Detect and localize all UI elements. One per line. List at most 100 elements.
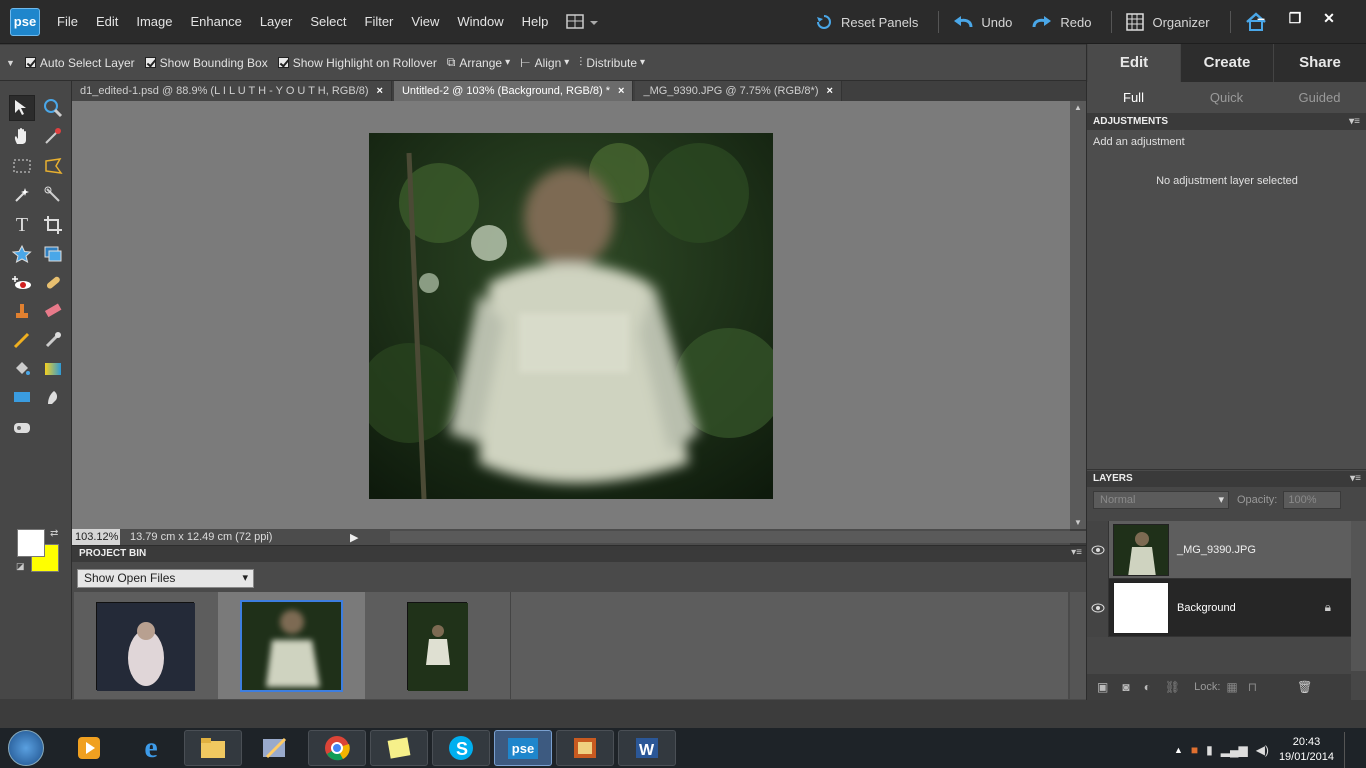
clone-stamp-tool-icon[interactable] <box>9 298 35 324</box>
project-bin-filter-dropdown[interactable]: Show Open Files <box>77 569 254 588</box>
layout-icon[interactable] <box>566 13 600 31</box>
paint-bucket-tool-icon[interactable] <box>9 356 35 382</box>
crop-tool-icon[interactable] <box>40 212 66 238</box>
recompose-tool-icon[interactable] <box>40 241 66 267</box>
tab-guided[interactable]: Guided <box>1273 82 1366 113</box>
undo-button[interactable]: Undo <box>953 14 1012 30</box>
lock-all-icon[interactable]: ⊓ <box>1248 680 1257 694</box>
chrome-icon[interactable] <box>308 730 366 766</box>
start-button-icon[interactable] <box>8 730 44 766</box>
new-layer-icon[interactable]: ▣ <box>1097 680 1108 694</box>
panel-menu-icon[interactable]: ▾≡ <box>1349 114 1360 130</box>
link-icon[interactable]: ⛓ <box>1165 680 1180 694</box>
word-icon[interactable]: W <box>618 730 676 766</box>
tab-quick[interactable]: Quick <box>1180 82 1273 113</box>
smudge-tool-icon[interactable] <box>40 384 66 410</box>
move-tool-icon[interactable] <box>9 95 35 121</box>
delete-layer-icon[interactable]: 🗑︎ <box>1297 680 1312 694</box>
file-explorer-icon[interactable] <box>184 730 242 766</box>
lock-transparency-icon[interactable]: ▦ <box>1226 680 1237 694</box>
panel-menu-icon[interactable]: ▾≡ <box>1350 471 1361 487</box>
skype-icon[interactable]: S <box>432 730 490 766</box>
status-menu-icon[interactable]: ▶ <box>350 531 358 544</box>
gradient-tool-icon[interactable] <box>40 356 66 382</box>
red-eye-tool-icon[interactable] <box>9 270 35 296</box>
reset-panels-button[interactable]: Reset Panels <box>815 13 918 31</box>
zoom-tool-icon[interactable] <box>40 95 66 121</box>
network-signal-icon[interactable]: ▂▄▆ <box>1221 743 1248 757</box>
swap-colors-icon[interactable]: ⇄ <box>50 528 58 539</box>
redo-button[interactable]: Redo <box>1032 14 1091 30</box>
options-menu-icon[interactable]: ▼ <box>6 58 15 68</box>
bin-menu-icon[interactable]: ▾≡ <box>1071 547 1082 558</box>
organizer-button[interactable]: Organizer <box>1126 13 1210 31</box>
marquee-tool-icon[interactable] <box>9 153 35 179</box>
quick-selection-tool-icon[interactable] <box>40 182 66 208</box>
type-tool-icon[interactable]: T <box>9 212 35 238</box>
paint-app-icon[interactable] <box>246 730 304 766</box>
show-bounding-box-checkbox[interactable]: Show Bounding Box <box>144 56 268 70</box>
canvas-vertical-scrollbar[interactable]: ▲ ▼ <box>1070 101 1086 529</box>
smart-brush-tool-icon[interactable] <box>40 327 66 353</box>
menu-help[interactable]: Help <box>522 14 549 29</box>
distribute-dropdown[interactable]: ⫶ Distribute <box>579 55 645 70</box>
sticky-notes-icon[interactable] <box>370 730 428 766</box>
blend-mode-dropdown[interactable]: Normal <box>1093 491 1229 509</box>
default-colors-icon[interactable]: ◪ <box>16 561 25 572</box>
menu-enhance[interactable]: Enhance <box>191 14 242 29</box>
close-icon[interactable]: ✕ <box>1312 10 1346 27</box>
tab-edit[interactable]: Edit <box>1087 44 1180 82</box>
menu-layer[interactable]: Layer <box>260 14 293 29</box>
auto-select-layer-checkbox[interactable]: Auto Select Layer <box>24 56 135 70</box>
lasso-tool-icon[interactable] <box>40 153 66 179</box>
clock[interactable]: 20:43 19/01/2014 <box>1279 735 1334 765</box>
tray-app-icon[interactable]: ■ <box>1191 743 1198 757</box>
tab-untitled-2[interactable]: Untitled-2 @ 103% (Background, RGB/8) * × <box>393 81 634 101</box>
menu-filter[interactable]: Filter <box>365 14 394 29</box>
tab-mg-9390[interactable]: _MG_9390.JPG @ 7.75% (RGB/8*) × <box>635 81 842 101</box>
menu-window[interactable]: Window <box>457 14 503 29</box>
volume-icon[interactable]: ◀) <box>1256 743 1269 757</box>
close-icon[interactable]: × <box>827 85 833 97</box>
tab-full[interactable]: Full <box>1087 82 1180 113</box>
show-highlight-checkbox[interactable]: Show Highlight on Rollover <box>277 56 437 70</box>
tab-share[interactable]: Share <box>1273 44 1366 82</box>
close-icon[interactable]: × <box>377 85 383 97</box>
thumbnail-untitled-2[interactable] <box>240 600 343 692</box>
opacity-field[interactable]: 100% <box>1283 491 1342 509</box>
eyedropper-tool-icon[interactable] <box>40 123 66 149</box>
sponge-tool-icon[interactable] <box>9 414 35 440</box>
restore-icon[interactable]: ❐ <box>1278 10 1312 27</box>
add-mask-icon[interactable]: ◙ <box>1122 680 1129 694</box>
align-dropdown[interactable]: ⊢ Align <box>520 56 569 70</box>
visibility-eye-icon[interactable] <box>1087 520 1109 579</box>
organizer-taskbar-icon[interactable] <box>556 730 614 766</box>
thumbnail-mg-9390[interactable] <box>407 602 468 691</box>
visibility-eye-icon[interactable] <box>1087 578 1109 637</box>
bin-scrollbar[interactable] <box>1070 592 1086 699</box>
magic-wand-tool-icon[interactable] <box>9 182 35 208</box>
show-hidden-icons-icon[interactable]: ▲ <box>1174 745 1183 755</box>
menu-select[interactable]: Select <box>310 14 346 29</box>
eraser-tool-icon[interactable] <box>40 298 66 324</box>
layer-row-mg-9390[interactable]: _MG_9390.JPG <box>1087 520 1351 579</box>
adjustment-layer-icon[interactable]: ◐ <box>1144 680 1151 694</box>
layers-scrollbar[interactable] <box>1351 521 1366 671</box>
hand-tool-icon[interactable] <box>9 123 35 149</box>
document-canvas-image[interactable] <box>369 133 773 499</box>
media-player-icon[interactable] <box>60 730 118 766</box>
close-icon[interactable]: × <box>618 85 624 97</box>
zoom-level[interactable]: 103.12% <box>72 529 120 545</box>
menu-file[interactable]: File <box>57 14 78 29</box>
tab-create[interactable]: Create <box>1180 44 1273 82</box>
thumbnail-d1-edited[interactable] <box>96 602 195 691</box>
layer-row-background[interactable]: Background 🔒︎ <box>1087 578 1351 637</box>
show-desktop-button[interactable] <box>1344 732 1356 768</box>
arrange-dropdown[interactable]: ⧉ Arrange <box>447 55 510 70</box>
pencil-tool-icon[interactable] <box>9 327 35 353</box>
healing-brush-tool-icon[interactable] <box>40 270 66 296</box>
tab-d1-edited[interactable]: d1_edited-1.psd @ 88.9% (L I L U T H - Y… <box>72 81 392 101</box>
shape-tool-icon[interactable] <box>9 384 35 410</box>
cookie-cutter-tool-icon[interactable] <box>9 241 35 267</box>
foreground-color-swatch[interactable] <box>17 529 45 557</box>
